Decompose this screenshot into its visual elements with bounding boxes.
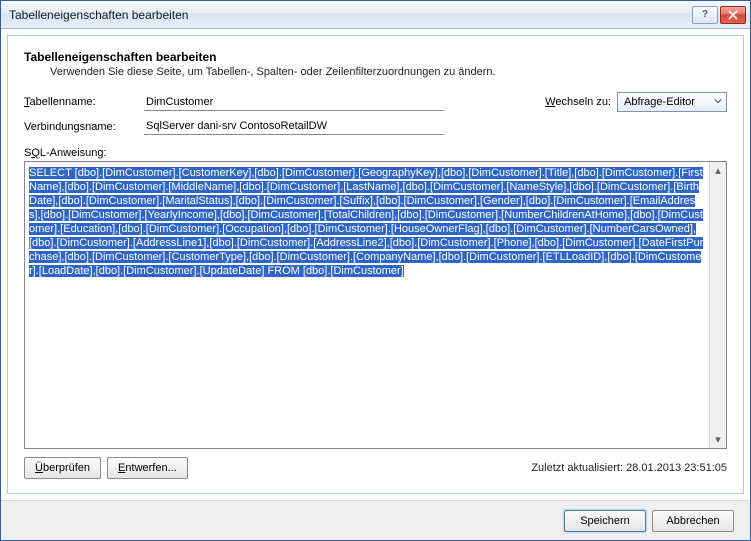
sql-selection: SELECT [dbo].[DimCustomer].[CustomerKey]… [29, 167, 703, 277]
page-heading: Tabelleneigenschaften bearbeiten [24, 50, 727, 64]
dialog-body: Tabelleneigenschaften bearbeiten Verwend… [1, 29, 750, 500]
cancel-button[interactable]: Abbrechen [652, 510, 734, 532]
switch-to-value: Abfrage-Editor [624, 96, 695, 108]
window-controls: ? [692, 6, 746, 24]
row-tablename: Tabellenname: Wechseln zu: Abfrage-Edito… [24, 92, 727, 112]
scroll-up-icon[interactable]: ▴ [710, 162, 726, 179]
vertical-scrollbar[interactable]: ▴ ▾ [709, 162, 726, 448]
help-button[interactable]: ? [692, 6, 718, 24]
validate-button[interactable]: Überprüfen [24, 457, 101, 479]
last-updated-status: Zuletzt aktualisiert: 28.01.2013 23:51:0… [531, 462, 727, 474]
scroll-down-icon[interactable]: ▾ [710, 431, 726, 448]
label-sql: SQL-Anweisung: [24, 147, 727, 159]
chevron-down-icon [714, 96, 722, 108]
titlebar[interactable]: Tabelleneigenschaften bearbeiten ? [1, 1, 750, 29]
label-connname: Verbindungsname: [24, 121, 144, 133]
switch-to-group: Wechseln zu: Abfrage-Editor [545, 92, 727, 112]
content-panel: Tabelleneigenschaften bearbeiten Verwend… [7, 35, 744, 494]
scroll-track[interactable] [710, 179, 726, 431]
switch-to-combo[interactable]: Abfrage-Editor [617, 92, 727, 112]
label-switch: Wechseln zu: [545, 96, 611, 108]
label-tablename: Tabellenname: [24, 96, 144, 108]
save-button[interactable]: Speichern [564, 510, 646, 532]
page-subheading: Verwenden Sie diese Seite, um Tabellen-,… [24, 66, 727, 78]
actions-row: Überprüfen Entwerfen... Zuletzt aktualis… [24, 457, 727, 479]
window-title: Tabelleneigenschaften bearbeiten [9, 8, 692, 22]
dialog-footer: Speichern Abbrechen [1, 500, 750, 540]
row-connname: Verbindungsname: [24, 118, 727, 135]
dialog-window: Tabelleneigenschaften bearbeiten ? Tabel… [0, 0, 751, 541]
tablename-input[interactable] [144, 94, 444, 111]
design-button[interactable]: Entwerfen... [107, 457, 188, 479]
sql-text[interactable]: SELECT [dbo].[DimCustomer].[CustomerKey]… [25, 162, 709, 448]
connname-input [144, 118, 444, 135]
close-button[interactable] [720, 6, 746, 24]
sql-editor[interactable]: SELECT [dbo].[DimCustomer].[CustomerKey]… [24, 161, 727, 449]
